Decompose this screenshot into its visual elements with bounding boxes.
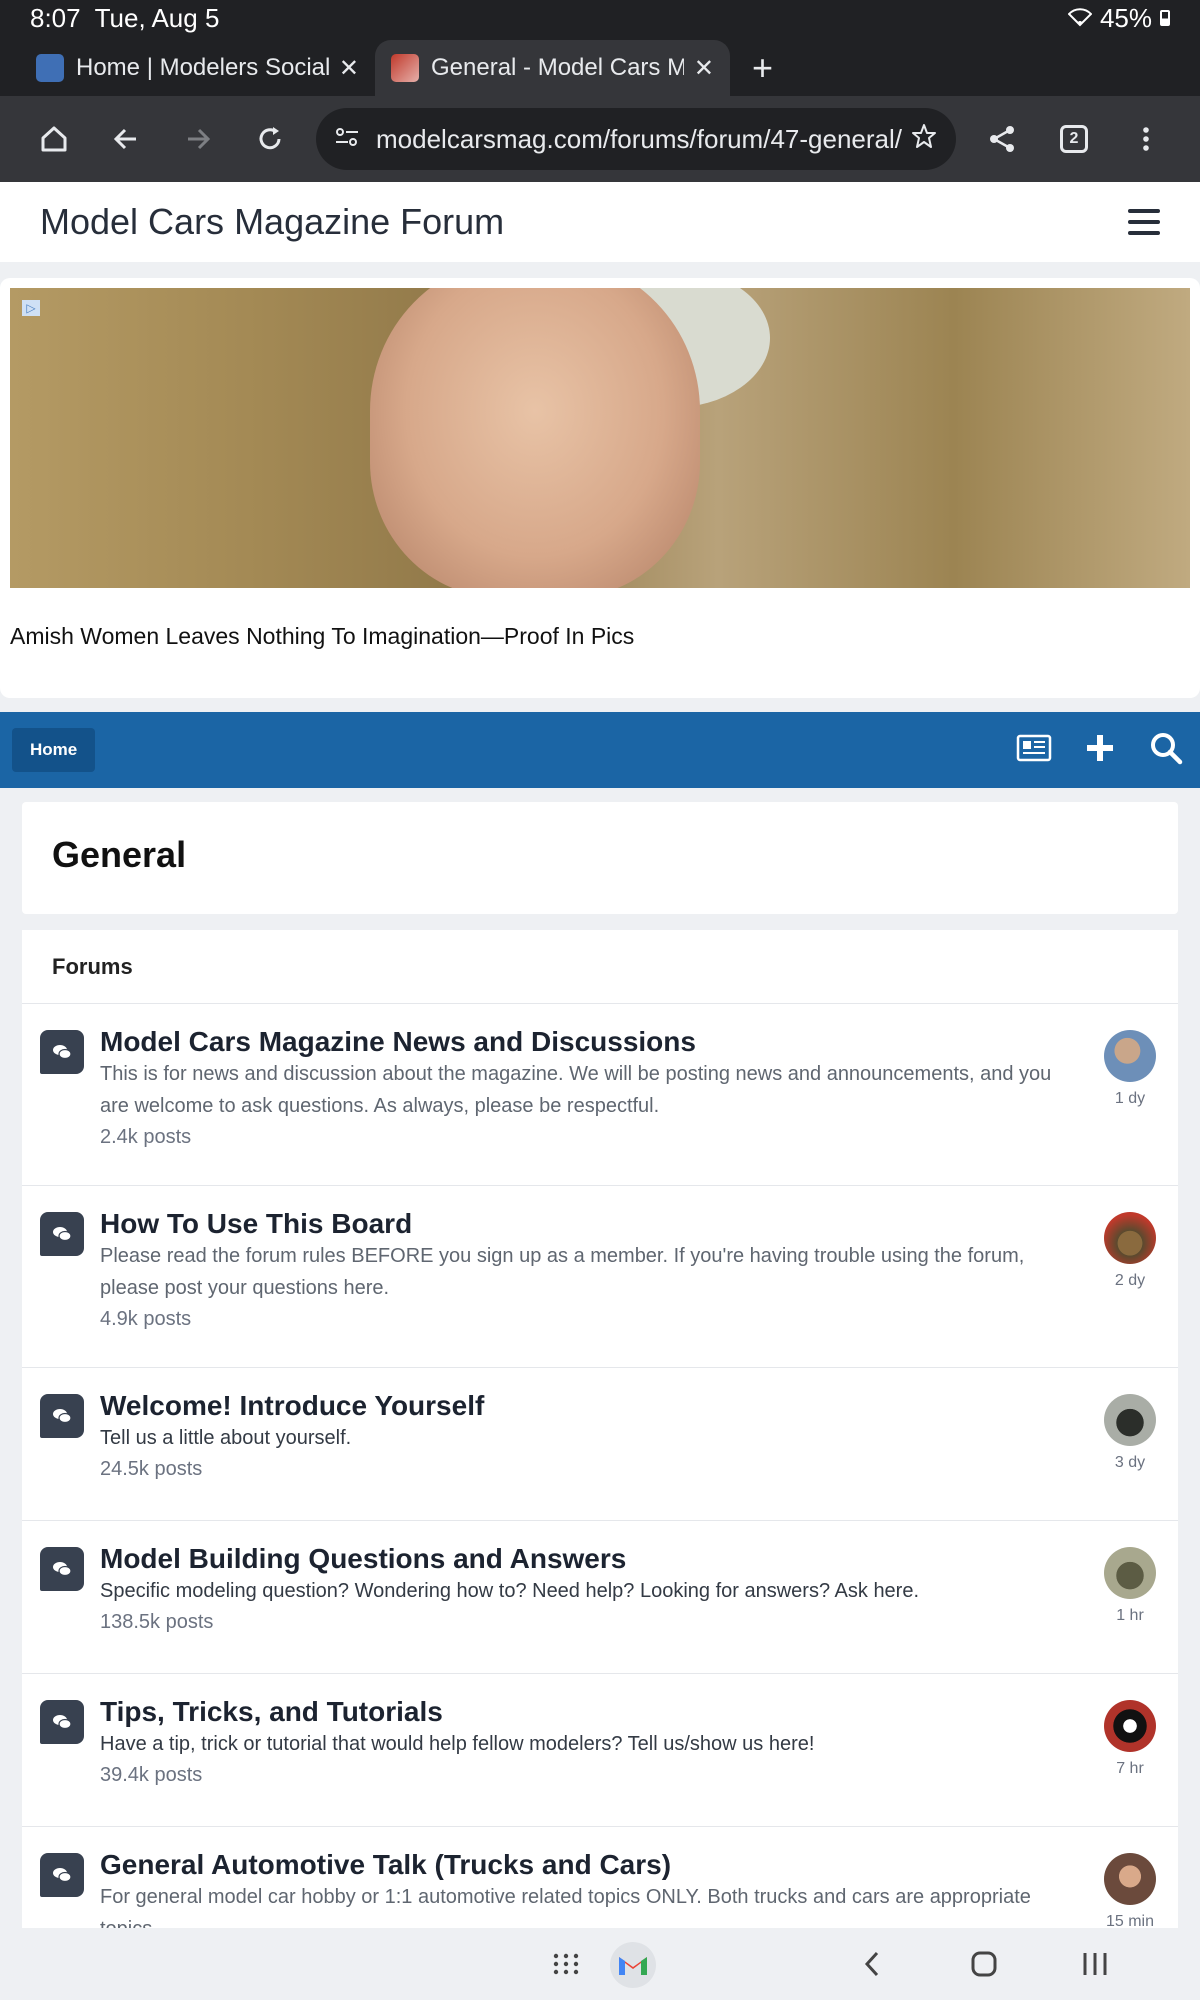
forum-title[interactable]: Welcome! Introduce Yourself [100,1390,1078,1422]
forum-chat-icon [40,1030,84,1074]
address-bar[interactable]: modelcarsmag.com/forums/forum/47-general… [316,108,956,170]
forum-post-count: 138.5k posts [100,1611,214,1633]
forum-post-count: 2.4k posts [100,1126,192,1148]
forum-chat-icon [40,1212,84,1256]
last-activity-time[interactable]: 2 dy [1104,1272,1156,1290]
forum-title[interactable]: Model Building Questions and Answers [100,1543,1078,1575]
advertisement[interactable]: ▷ Amish Women Leaves Nothing To Imaginat… [0,278,1200,698]
last-activity-time[interactable]: 3 dy [1104,1454,1156,1472]
last-activity-time[interactable]: 1 hr [1104,1607,1156,1625]
activity-feed-icon[interactable] [1016,731,1052,770]
battery-level: 45% [1099,2,1152,33]
menu-icon[interactable] [1128,209,1160,235]
home-nav-icon[interactable] [970,1950,998,1983]
site-settings-icon[interactable] [334,124,360,155]
app-drawer-icon[interactable] [550,1948,582,1985]
ad-image[interactable]: ▷ [10,288,1190,588]
close-tab-icon[interactable]: ✕ [339,54,359,83]
avatar[interactable] [1104,1030,1156,1082]
search-icon[interactable] [1148,731,1184,770]
tab-title: Home | Modelers Social C [76,54,329,81]
close-tab-icon[interactable]: ✕ [694,54,714,83]
forum-row[interactable]: Model Cars Magazine News and Discussions… [22,1004,1178,1186]
page-title: General [52,834,187,875]
forum-title[interactable]: Model Cars Magazine News and Discussions [100,1026,1078,1058]
forum-description: This is for news and discussion about th… [100,1063,1052,1117]
status-bar: 8:07 Tue, Aug 5 45% [0,0,1200,36]
ad-caption[interactable]: Amish Women Leaves Nothing To Imaginatio… [10,623,634,650]
url-text: modelcarsmag.com/forums/forum/47-general… [376,123,902,154]
tab-modelers-social[interactable]: Home | Modelers Social C ✕ [20,40,375,96]
forum-description: Please read the forum rules BEFORE you s… [100,1245,1025,1299]
recents-nav-icon[interactable] [1082,1950,1108,1983]
gmail-icon[interactable] [610,1942,656,1988]
browser-toolbar: modelcarsmag.com/forums/forum/47-general… [0,96,1200,182]
forum-title[interactable]: Tips, Tricks, and Tutorials [100,1696,1078,1728]
forum-row[interactable]: Welcome! Introduce Yourself Tell us a li… [22,1368,1178,1521]
create-icon[interactable] [1082,731,1118,770]
status-date: Tue, Aug 5 [94,2,220,33]
avatar[interactable] [1104,1700,1156,1752]
site-brand[interactable]: Model Cars Magazine Forum [40,201,504,243]
back-icon[interactable] [90,103,162,175]
forum-post-count: 4.9k posts [100,1308,192,1330]
forum-description: Specific modeling question? Wondering ho… [100,1580,920,1602]
more-menu-icon[interactable] [1110,103,1182,175]
forum-description: Have a tip, trick or tutorial that would… [100,1733,815,1755]
battery-icon [1160,10,1170,26]
system-navigation-bar [0,1928,1200,2000]
forum-post-count: 24.5k posts [100,1458,203,1480]
reload-icon[interactable] [234,103,306,175]
tab-title: General - Model Cars Ma [431,54,684,81]
forum-description: For general model car hobby or 1:1 autom… [100,1886,1031,1930]
forum-chat-icon [40,1394,84,1438]
forum-title[interactable]: General Automotive Talk (Trucks and Cars… [100,1849,1078,1881]
forum-row[interactable]: How To Use This Board Please read the fo… [22,1186,1178,1368]
forward-icon[interactable] [162,103,234,175]
new-tab-icon[interactable]: + [752,40,773,96]
forum-row[interactable]: Model Building Questions and Answers Spe… [22,1521,1178,1674]
forum-row[interactable]: General Automotive Talk (Trucks and Cars… [22,1827,1178,1930]
last-activity-time[interactable]: 7 hr [1104,1760,1156,1778]
forum-navbar: Home [0,712,1200,788]
model-cars-favicon-icon [391,54,419,82]
home-icon[interactable] [18,103,90,175]
ad-choices-icon[interactable]: ▷ [22,300,40,316]
bookmark-star-icon[interactable] [910,122,938,157]
avatar[interactable] [1104,1212,1156,1264]
page-header-card: General [22,802,1178,914]
avatar[interactable] [1104,1547,1156,1599]
wifi-icon [1067,3,1093,34]
forum-post-count: 39.4k posts [100,1764,203,1786]
forum-chat-icon [40,1547,84,1591]
forum-chat-icon [40,1853,84,1897]
tab-general[interactable]: General - Model Cars Ma ✕ [375,40,730,96]
avatar[interactable] [1104,1853,1156,1905]
forum-row[interactable]: Tips, Tricks, and Tutorials Have a tip, … [22,1674,1178,1827]
back-nav-icon[interactable] [862,1950,882,1983]
tab-switcher-button[interactable]: 2 [1038,103,1110,175]
last-activity-time[interactable]: 1 dy [1104,1090,1156,1108]
avatar[interactable] [1104,1394,1156,1446]
site-header: Model Cars Magazine Forum [0,182,1200,262]
status-time: 8:07 [30,2,81,33]
modelers-social-favicon-icon [36,54,64,82]
breadcrumb-home[interactable]: Home [12,728,96,772]
forum-chat-icon [40,1700,84,1744]
tab-count: 2 [1060,125,1088,153]
forums-section-heading: Forums [22,930,1178,1004]
forums-list: Forums Model Cars Magazine News and Disc… [22,930,1178,1930]
tab-strip: Home | Modelers Social C ✕ General - Mod… [0,36,1200,96]
share-icon[interactable] [966,103,1038,175]
forum-description: Tell us a little about yourself. [100,1427,352,1449]
forum-title[interactable]: How To Use This Board [100,1208,1078,1240]
